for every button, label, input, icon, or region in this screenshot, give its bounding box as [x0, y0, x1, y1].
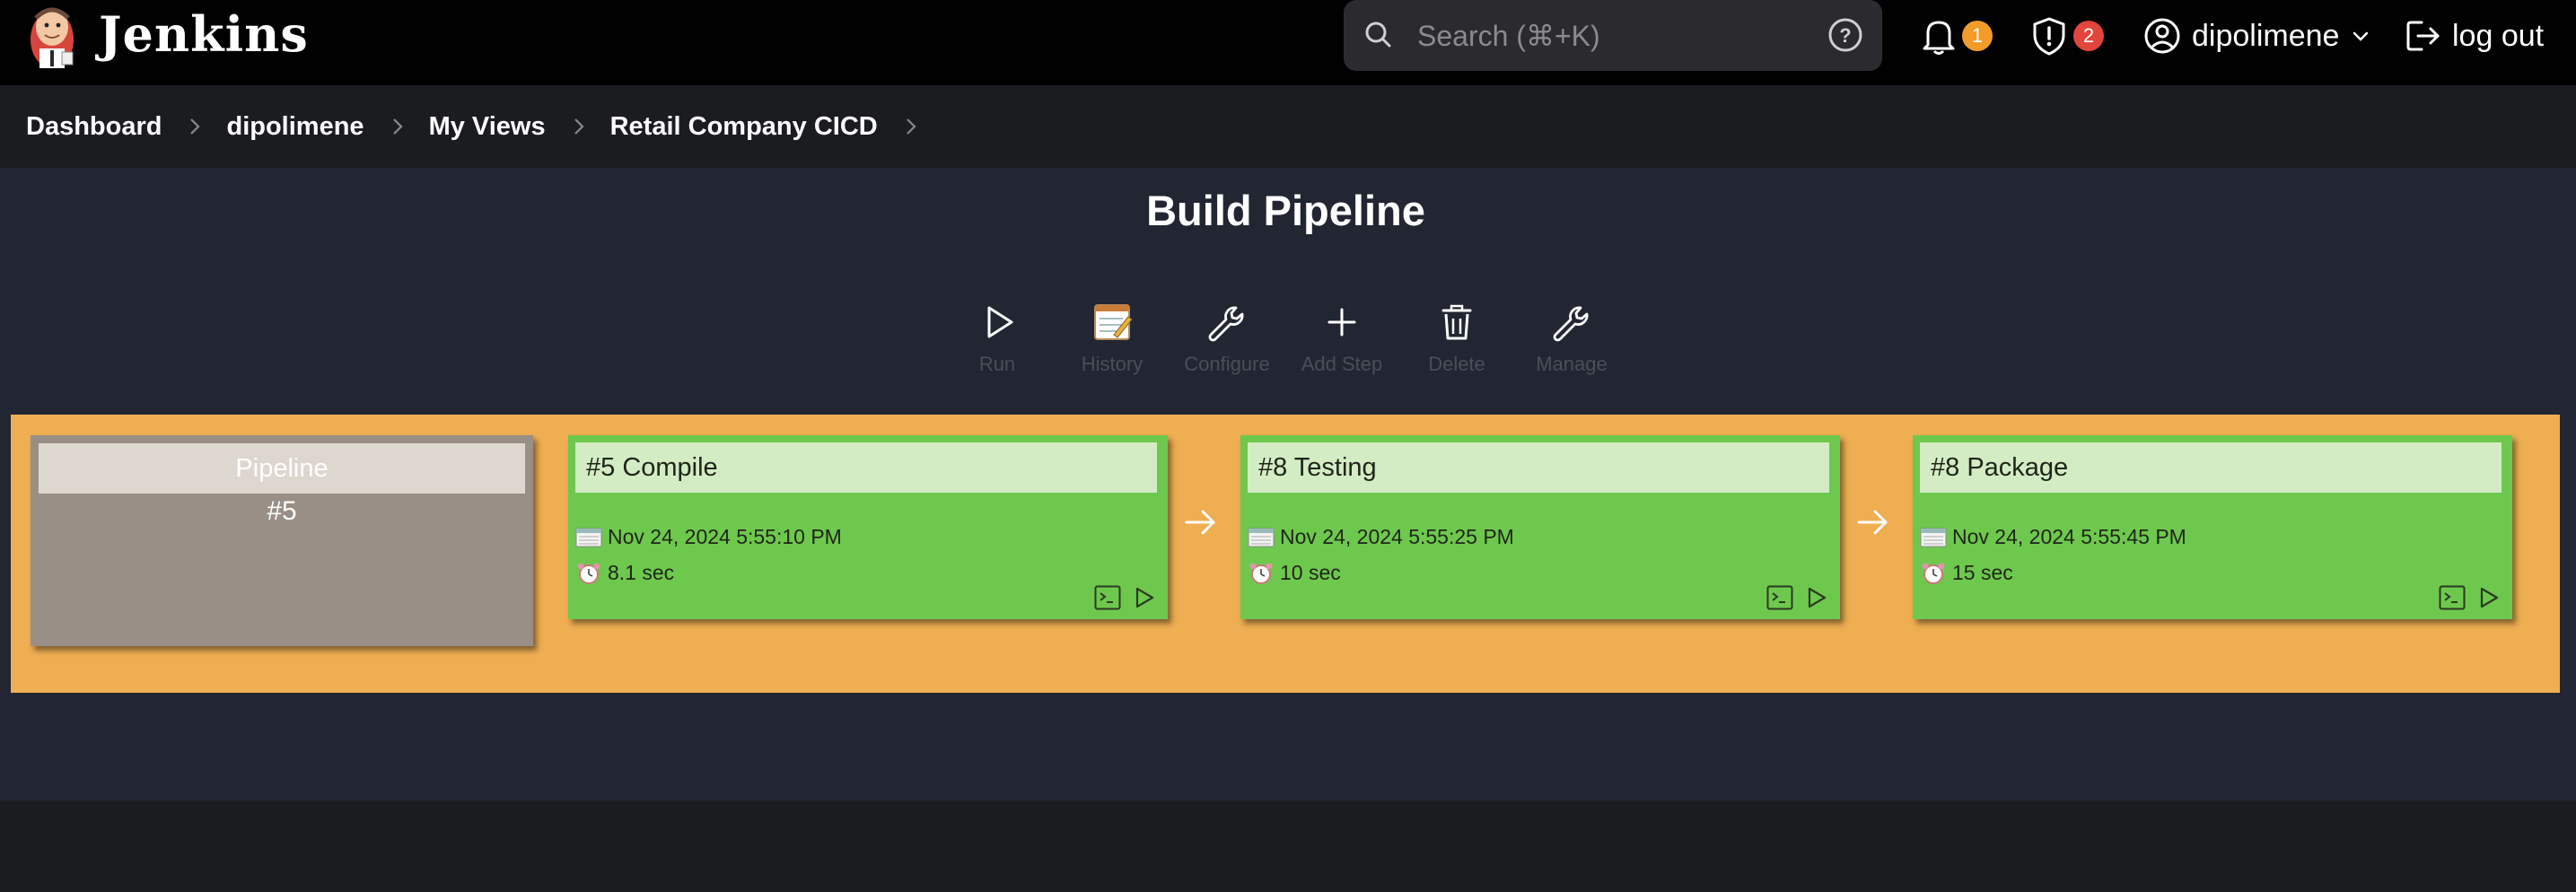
- chevron-down-icon: [2353, 31, 2369, 41]
- stage-duration: 15 sec: [1952, 561, 2013, 584]
- stage-title[interactable]: #8 Testing: [1248, 442, 1829, 493]
- pipeline-run-number[interactable]: #5: [31, 496, 533, 527]
- jenkins-logo-icon[interactable]: [22, 0, 86, 72]
- configure-button[interactable]: Configure: [1170, 302, 1284, 376]
- security-button[interactable]: 2: [2030, 13, 2104, 59]
- play-icon: [987, 306, 1013, 338]
- search-input[interactable]: [1415, 13, 1796, 59]
- add-step-label: Add Step: [1301, 353, 1383, 375]
- breadcrumb-my-views[interactable]: My Views: [429, 112, 546, 142]
- pipeline-toolbar: Run History Configure Add Step Delete Ma…: [0, 302, 2576, 376]
- footer-area: [0, 800, 2576, 892]
- page-title: Build Pipeline: [1146, 187, 1425, 234]
- stage-duration: 10 sec: [1280, 561, 1341, 584]
- search-icon: [1365, 22, 1391, 48]
- configure-label: Configure: [1184, 353, 1270, 375]
- main-content: Build Pipeline Run History Configure Add…: [0, 168, 2576, 800]
- wrench-icon: [1553, 306, 1589, 342]
- alarm-clock-icon: [1249, 563, 1273, 584]
- alarm-clock-icon: [1922, 563, 1945, 584]
- username-label: dipolimene: [2192, 18, 2340, 53]
- chevron-right-icon: [190, 118, 201, 135]
- stage-title[interactable]: #8 Package: [1920, 442, 2502, 493]
- trash-icon: [1441, 304, 1472, 340]
- manage-label: Manage: [1536, 353, 1608, 375]
- stage-title[interactable]: #5 Compile: [575, 442, 1157, 493]
- search-box[interactable]: ?: [1344, 0, 1882, 71]
- stage-duration: 8.1 sec: [608, 561, 675, 584]
- manage-button[interactable]: Manage: [1514, 302, 1629, 376]
- calendar-icon: [575, 528, 602, 547]
- delete-label: Delete: [1428, 353, 1485, 375]
- security-badge: 2: [2073, 21, 2104, 51]
- plus-icon: [1327, 308, 1356, 337]
- stage-card-testing[interactable]: #8 Testing Nov 24, 2024 5:55:25 PM 10 se…: [1240, 435, 1840, 619]
- breadcrumb-dashboard[interactable]: Dashboard: [26, 112, 162, 142]
- chevron-right-icon: [574, 118, 584, 135]
- pipeline-header-label: Pipeline: [39, 443, 525, 494]
- console-icon[interactable]: [1094, 585, 1121, 610]
- user-menu[interactable]: dipolimene: [2143, 13, 2370, 59]
- stage-card-compile[interactable]: #5 Compile Nov 24, 2024 5:55:10 PM 8.1 s…: [568, 435, 1168, 619]
- chevron-right-icon: [392, 118, 403, 135]
- pipeline-band: Pipeline #5 #5 Compile Nov 24, 2024 5:55…: [11, 415, 2560, 693]
- play-icon[interactable]: [1806, 586, 1827, 609]
- top-header: Jenkins ? 1 2 dipolimene: [0, 0, 2576, 85]
- delete-button[interactable]: Delete: [1399, 302, 1514, 376]
- bell-icon: [1923, 21, 1955, 55]
- breadcrumb: Dashboard dipolimene My Views Retail Com…: [0, 85, 2576, 168]
- pipeline-header-card[interactable]: Pipeline #5: [31, 435, 533, 646]
- stage-date: Nov 24, 2024 5:55:45 PM: [1952, 525, 2186, 548]
- stage-date: Nov 24, 2024 5:55:25 PM: [1280, 525, 1514, 548]
- help-icon[interactable]: ?: [1827, 16, 1864, 54]
- user-avatar-icon: [2144, 18, 2180, 54]
- breadcrumb-view[interactable]: Retail Company CICD: [610, 112, 878, 142]
- breadcrumb-user[interactable]: dipolimene: [226, 112, 364, 142]
- console-icon[interactable]: [2439, 585, 2466, 610]
- shield-alert-icon: [2033, 17, 2065, 56]
- history-label: History: [1081, 353, 1143, 375]
- calendar-icon: [1920, 528, 1947, 547]
- history-button[interactable]: History: [1055, 302, 1170, 376]
- play-icon[interactable]: [1134, 586, 1155, 609]
- add-step-button[interactable]: Add Step: [1284, 302, 1399, 376]
- arrow-right-icon: [1857, 510, 1888, 535]
- logout-label: log out: [2452, 18, 2545, 53]
- notepad-icon: [1094, 304, 1133, 340]
- stage-card-package[interactable]: #8 Package Nov 24, 2024 5:55:45 PM 15 se…: [1913, 435, 2512, 619]
- logout-button[interactable]: log out: [2404, 13, 2544, 59]
- notifications-button[interactable]: 1: [1921, 13, 1993, 59]
- alarm-clock-icon: [577, 563, 600, 584]
- calendar-icon: [1248, 528, 1275, 547]
- logout-icon: [2406, 21, 2440, 51]
- notifications-badge: 1: [1962, 21, 1993, 51]
- console-icon[interactable]: [1766, 585, 1793, 610]
- play-icon[interactable]: [2478, 586, 2500, 609]
- stage-date: Nov 24, 2024 5:55:10 PM: [608, 525, 842, 548]
- wrench-icon: [1208, 306, 1244, 342]
- run-label: Run: [978, 353, 1016, 375]
- run-button[interactable]: Run: [940, 302, 1055, 376]
- brand-name[interactable]: Jenkins: [99, 5, 309, 63]
- arrow-right-icon: [1185, 510, 1215, 535]
- chevron-right-icon[interactable]: [905, 117, 917, 136]
- svg-text:?: ?: [1839, 24, 1851, 47]
